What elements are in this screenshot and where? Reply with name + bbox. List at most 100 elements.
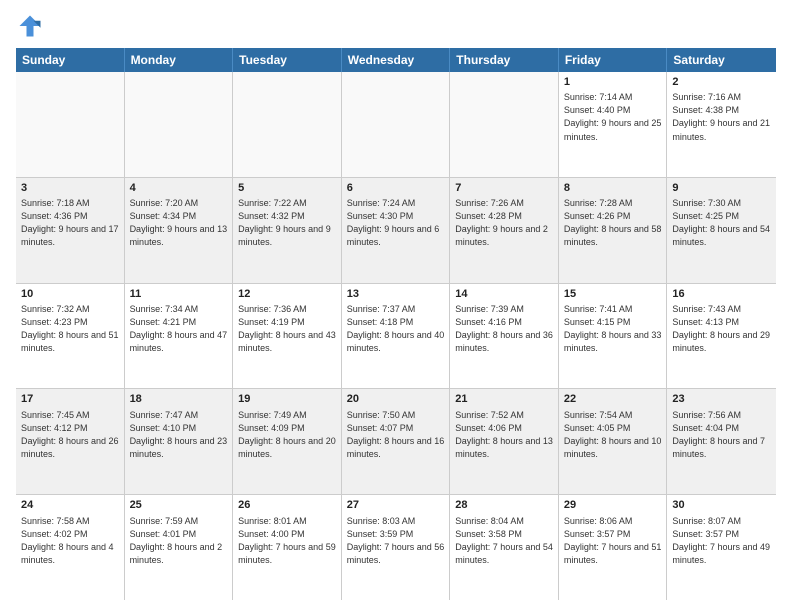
cal-cell: 27 Sunrise: 8:03 AM Sunset: 3:59 PM Dayli… [342, 495, 451, 600]
calendar: SundayMondayTuesdayWednesdayThursdayFrid… [16, 48, 776, 600]
cal-cell [125, 72, 234, 177]
cal-week-4: 17Sunrise: 7:45 AM Sunset: 4:12 PM Dayli… [16, 389, 776, 495]
cal-cell: 6Sunrise: 7:24 AM Sunset: 4:30 PM Daylig… [342, 178, 451, 283]
cal-cell: 19 Sunrise: 7:49 AM Sunset: 4:09 PM Dayli… [233, 389, 342, 494]
day-number: 14 [455, 287, 553, 302]
day-info: Sunrise: 7:30 AM Sunset: 4:25 PM Dayligh… [672, 197, 771, 249]
day-number: 8 [564, 181, 662, 196]
day-number: 28 [455, 498, 553, 513]
cal-cell: 25 Sunrise: 7:59 AM Sunset: 4:01 PM Dayli… [125, 495, 234, 600]
logo-icon [16, 12, 44, 40]
day-info: Sunrise: 8:07 AM Sunset: 3:57 PM Dayligh… [672, 515, 771, 567]
day-info: Sunrise: 8:06 AM Sunset: 3:57 PM Dayligh… [564, 515, 662, 567]
day-info: Sunrise: 7:14 AM Sunset: 4:40 PM Dayligh… [564, 91, 662, 143]
cal-header-friday: Friday [559, 48, 668, 72]
day-info: Sunrise: 7:47 AM Sunset: 4:10 PM Dayligh… [130, 409, 228, 461]
cal-cell: 9Sunrise: 7:30 AM Sunset: 4:25 PM Daylig… [667, 178, 776, 283]
cal-header-tuesday: Tuesday [233, 48, 342, 72]
cal-cell: 20 Sunrise: 7:50 AM Sunset: 4:07 PM Dayli… [342, 389, 451, 494]
cal-cell: 14Sunrise: 7:39 AM Sunset: 4:16 PM Dayli… [450, 284, 559, 389]
day-number: 2 [672, 75, 771, 90]
day-info: Sunrise: 7:34 AM Sunset: 4:21 PM Dayligh… [130, 303, 228, 355]
day-number: 17 [21, 392, 119, 407]
cal-cell: 17Sunrise: 7:45 AM Sunset: 4:12 PM Dayli… [16, 389, 125, 494]
day-number: 19 [238, 392, 336, 407]
day-info: Sunrise: 7:52 AM Sunset: 4:06 PM Dayligh… [455, 409, 553, 461]
cal-week-5: 24 Sunrise: 7:58 AM Sunset: 4:02 PM Dayli… [16, 495, 776, 600]
cal-cell: 28 Sunrise: 8:04 AM Sunset: 3:58 PM Dayli… [450, 495, 559, 600]
day-info: Sunrise: 7:26 AM Sunset: 4:28 PM Dayligh… [455, 197, 553, 249]
cal-cell: 7Sunrise: 7:26 AM Sunset: 4:28 PM Daylig… [450, 178, 559, 283]
cal-cell: 10Sunrise: 7:32 AM Sunset: 4:23 PM Dayli… [16, 284, 125, 389]
header [16, 12, 776, 40]
cal-header-thursday: Thursday [450, 48, 559, 72]
day-info: Sunrise: 7:59 AM Sunset: 4:01 PM Dayligh… [130, 515, 228, 567]
day-number: 27 [347, 498, 445, 513]
day-number: 4 [130, 181, 228, 196]
cal-cell: 15Sunrise: 7:41 AM Sunset: 4:15 PM Dayli… [559, 284, 668, 389]
day-number: 16 [672, 287, 771, 302]
day-number: 21 [455, 392, 553, 407]
cal-cell: 8Sunrise: 7:28 AM Sunset: 4:26 PM Daylig… [559, 178, 668, 283]
day-number: 10 [21, 287, 119, 302]
logo [16, 12, 48, 40]
day-number: 25 [130, 498, 228, 513]
cal-header-saturday: Saturday [667, 48, 776, 72]
day-info: Sunrise: 7:22 AM Sunset: 4:32 PM Dayligh… [238, 197, 336, 249]
cal-week-1: 1Sunrise: 7:14 AM Sunset: 4:40 PM Daylig… [16, 72, 776, 178]
calendar-body: 1Sunrise: 7:14 AM Sunset: 4:40 PM Daylig… [16, 72, 776, 600]
cal-cell [342, 72, 451, 177]
day-info: Sunrise: 8:01 AM Sunset: 4:00 PM Dayligh… [238, 515, 336, 567]
page: SundayMondayTuesdayWednesdayThursdayFrid… [0, 0, 792, 612]
day-number: 24 [21, 498, 119, 513]
day-number: 7 [455, 181, 553, 196]
cal-header-monday: Monday [125, 48, 234, 72]
cal-cell: 3Sunrise: 7:18 AM Sunset: 4:36 PM Daylig… [16, 178, 125, 283]
day-number: 12 [238, 287, 336, 302]
day-info: Sunrise: 8:04 AM Sunset: 3:58 PM Dayligh… [455, 515, 553, 567]
day-number: 5 [238, 181, 336, 196]
cal-cell: 11Sunrise: 7:34 AM Sunset: 4:21 PM Dayli… [125, 284, 234, 389]
cal-cell: 30 Sunrise: 8:07 AM Sunset: 3:57 PM Dayli… [667, 495, 776, 600]
day-info: Sunrise: 7:18 AM Sunset: 4:36 PM Dayligh… [21, 197, 119, 249]
day-info: Sunrise: 7:56 AM Sunset: 4:04 PM Dayligh… [672, 409, 771, 461]
day-info: Sunrise: 7:39 AM Sunset: 4:16 PM Dayligh… [455, 303, 553, 355]
day-number: 1 [564, 75, 662, 90]
cal-week-3: 10Sunrise: 7:32 AM Sunset: 4:23 PM Dayli… [16, 284, 776, 390]
cal-cell: 12Sunrise: 7:36 AM Sunset: 4:19 PM Dayli… [233, 284, 342, 389]
cal-cell: 24 Sunrise: 7:58 AM Sunset: 4:02 PM Dayli… [16, 495, 125, 600]
day-number: 15 [564, 287, 662, 302]
day-number: 26 [238, 498, 336, 513]
cal-cell: 22Sunrise: 7:54 AM Sunset: 4:05 PM Dayli… [559, 389, 668, 494]
cal-cell: 1Sunrise: 7:14 AM Sunset: 4:40 PM Daylig… [559, 72, 668, 177]
cal-cell: 13Sunrise: 7:37 AM Sunset: 4:18 PM Dayli… [342, 284, 451, 389]
day-info: Sunrise: 7:50 AM Sunset: 4:07 PM Dayligh… [347, 409, 445, 461]
day-info: Sunrise: 7:43 AM Sunset: 4:13 PM Dayligh… [672, 303, 771, 355]
day-number: 13 [347, 287, 445, 302]
cal-cell: 26 Sunrise: 8:01 AM Sunset: 4:00 PM Dayli… [233, 495, 342, 600]
day-info: Sunrise: 7:16 AM Sunset: 4:38 PM Dayligh… [672, 91, 771, 143]
cal-cell: 5Sunrise: 7:22 AM Sunset: 4:32 PM Daylig… [233, 178, 342, 283]
cal-cell: 18 Sunrise: 7:47 AM Sunset: 4:10 PM Dayli… [125, 389, 234, 494]
cal-cell [16, 72, 125, 177]
day-number: 30 [672, 498, 771, 513]
cal-cell: 2Sunrise: 7:16 AM Sunset: 4:38 PM Daylig… [667, 72, 776, 177]
cal-cell: 16Sunrise: 7:43 AM Sunset: 4:13 PM Dayli… [667, 284, 776, 389]
cal-cell: 23Sunrise: 7:56 AM Sunset: 4:04 PM Dayli… [667, 389, 776, 494]
calendar-header: SundayMondayTuesdayWednesdayThursdayFrid… [16, 48, 776, 72]
day-info: Sunrise: 7:37 AM Sunset: 4:18 PM Dayligh… [347, 303, 445, 355]
cal-cell [233, 72, 342, 177]
day-info: Sunrise: 7:28 AM Sunset: 4:26 PM Dayligh… [564, 197, 662, 249]
day-info: Sunrise: 7:58 AM Sunset: 4:02 PM Dayligh… [21, 515, 119, 567]
day-number: 9 [672, 181, 771, 196]
day-number: 22 [564, 392, 662, 407]
day-info: Sunrise: 8:03 AM Sunset: 3:59 PM Dayligh… [347, 515, 445, 567]
day-info: Sunrise: 7:49 AM Sunset: 4:09 PM Dayligh… [238, 409, 336, 461]
day-info: Sunrise: 7:32 AM Sunset: 4:23 PM Dayligh… [21, 303, 119, 355]
cal-cell: 21 Sunrise: 7:52 AM Sunset: 4:06 PM Dayli… [450, 389, 559, 494]
day-info: Sunrise: 7:24 AM Sunset: 4:30 PM Dayligh… [347, 197, 445, 249]
day-number: 18 [130, 392, 228, 407]
day-number: 20 [347, 392, 445, 407]
day-info: Sunrise: 7:41 AM Sunset: 4:15 PM Dayligh… [564, 303, 662, 355]
cal-cell: 29Sunrise: 8:06 AM Sunset: 3:57 PM Dayli… [559, 495, 668, 600]
